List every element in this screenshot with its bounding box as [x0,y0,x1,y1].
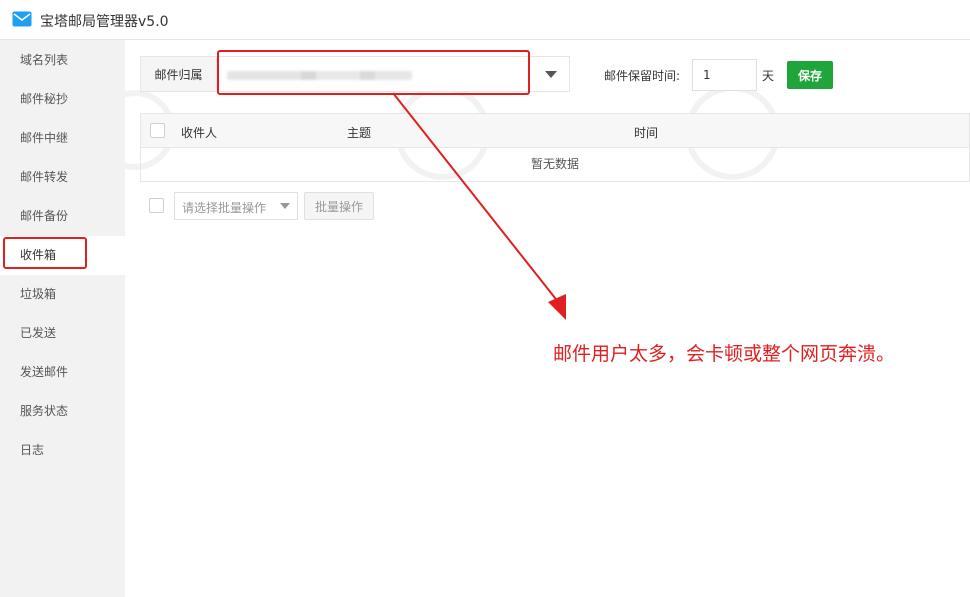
batch-action-select[interactable]: 请选择批量操作 [174,192,298,220]
inbox-highlight-box [3,237,87,269]
annotation-text: 邮件用户太多，会卡顿或整个网页奔溃。 [553,343,896,365]
sidebar-item-compose[interactable]: 发送邮件 [0,353,125,392]
column-time: 时间 [634,126,659,140]
title-bar: 宝塔邮局管理器v5.0 [0,0,970,40]
batch-action-button[interactable]: 批量操作 [304,192,374,220]
envelope-icon [12,11,32,27]
sidebar-item-trash[interactable]: 垃圾箱 [0,275,125,314]
sidebar-item-forward[interactable]: 邮件转发 [0,158,125,197]
batch-checkbox[interactable] [149,198,164,213]
table-header: 收件人 主题 时间 [140,113,970,148]
sidebar-item-backup[interactable]: 邮件备份 [0,197,125,236]
sidebar-item-domain-list[interactable]: 域名列表 [0,41,125,80]
table-empty-row: 暂无数据 [140,148,970,182]
select-all-checkbox[interactable] [150,123,165,138]
chevron-down-icon[interactable] [280,203,290,209]
retention-days-input[interactable] [692,59,757,91]
chevron-down-icon[interactable] [545,71,557,78]
sidebar-item-service-status[interactable]: 服务状态 [0,392,125,431]
owner-select-highlight-box [217,50,530,95]
sidebar-item-sent[interactable]: 已发送 [0,314,125,353]
column-subject: 主题 [347,126,372,140]
column-recipient: 收件人 [181,126,218,140]
window-title: 宝塔邮局管理器v5.0 [40,14,169,30]
sidebar-item-logs[interactable]: 日志 [0,431,125,470]
save-button[interactable]: 保存 [787,61,833,89]
batch-select-placeholder: 请选择批量操作 [182,201,267,215]
owner-label: 邮件归属 [140,56,217,92]
retention-label: 邮件保留时间: [604,69,681,83]
retention-unit: 天 [762,69,775,83]
